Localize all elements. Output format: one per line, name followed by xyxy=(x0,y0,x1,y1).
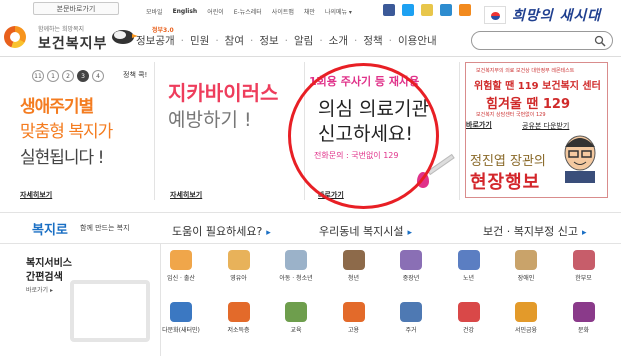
page-3-button[interactable]: 3 xyxy=(77,70,89,82)
category-label-10[interactable]: 교육 xyxy=(271,325,321,334)
category-label-1[interactable]: 영유아 xyxy=(214,273,264,282)
global-navigation: 정부3.0 정보공개 · 민원 · 참여 · 정보 · 알림 · 소개 · 정책… xyxy=(136,27,437,48)
category-icon-7[interactable] xyxy=(572,250,595,270)
welfare-facility-link[interactable]: 우리동네 복지시설 ▸ xyxy=(319,220,412,239)
policy-headline-1: 생애주기별 xyxy=(20,97,94,117)
category-icon-2[interactable] xyxy=(285,250,307,270)
bird-mascot-icon xyxy=(112,30,138,44)
category-label-5[interactable]: 노년 xyxy=(444,273,494,282)
bokjiro-subtitle: 함께 만드는 복지 xyxy=(80,224,130,232)
need-help-link[interactable]: 도움이 필요하세요? ▸ xyxy=(172,220,271,239)
util-link-mobile[interactable]: 모바일 xyxy=(146,7,163,16)
nav-item-info[interactable]: 정보 xyxy=(259,33,278,48)
category-label-3[interactable]: 청년 xyxy=(329,273,379,282)
category-label-15[interactable]: 문화 xyxy=(559,325,609,334)
category-label-4[interactable]: 중장년 xyxy=(386,273,436,282)
category-label-13[interactable]: 건강 xyxy=(444,325,494,334)
nav-item-info-open[interactable]: 정부3.0 정보공개 xyxy=(136,27,175,48)
policy-more-link[interactable]: 자세히보기 xyxy=(20,190,52,200)
page-4-button[interactable]: 4 xyxy=(92,70,104,82)
category-icon-9[interactable] xyxy=(227,302,250,322)
nav-item-news[interactable]: 알림 xyxy=(294,33,313,48)
nav-item-guide[interactable]: 이용안내 xyxy=(398,33,437,48)
facebook-icon[interactable] xyxy=(383,4,395,16)
util-link-kids[interactable]: 어린이 xyxy=(207,7,224,16)
sns-links xyxy=(383,4,471,16)
highlight-circle xyxy=(288,63,439,209)
nav-item-participate[interactable]: 참여 xyxy=(225,33,244,48)
policy-headline-3: 실현됩니다 ! xyxy=(20,148,104,168)
category-icon-0[interactable] xyxy=(170,250,192,270)
util-link-sitemap[interactable]: 사이트맵 xyxy=(272,7,294,16)
category-label-8[interactable]: 다문화(새터민) xyxy=(156,325,206,334)
service-search-title-1: 복지서비스 xyxy=(26,258,72,269)
search-input[interactable] xyxy=(471,31,613,50)
bokjiro-logo[interactable]: 복지로 xyxy=(32,219,68,238)
category-icon-13[interactable] xyxy=(457,302,480,322)
lemon-more-link[interactable]: 바로가기 xyxy=(466,120,492,130)
page-1-button[interactable]: 1 xyxy=(47,70,59,82)
zika-more-link[interactable]: 자세히보기 xyxy=(170,190,202,200)
category-icon-11[interactable] xyxy=(342,302,365,322)
site-name[interactable]: 보건복지부 xyxy=(38,33,107,53)
utility-links: 모바일 English 어린이 E-뉴스레터 사이트맵 채만 나의메뉴 ▾ xyxy=(146,7,352,16)
policy-headline-2: 맞춤형 복지가 xyxy=(20,122,113,142)
kakao-icon[interactable] xyxy=(421,4,433,16)
welfare-category-grid: 임신 · 출산 영유아 아동 · 청소년 청년 중장년 노년 장애인 한부모 다문화(새터민) 저… xyxy=(160,244,621,356)
nav-item-civil[interactable]: 민원 xyxy=(190,33,209,48)
category-label-7[interactable]: 한부모 xyxy=(559,273,609,282)
report-fraud-link[interactable]: 보건 · 복지부정 신고 ▸ xyxy=(483,220,586,239)
twitter-icon[interactable] xyxy=(402,4,414,16)
pause-button[interactable]: 11 xyxy=(32,70,44,82)
minister-title: 정진엽 장관의 xyxy=(470,154,546,169)
minister-caricature-icon xyxy=(564,135,596,183)
nav-item-policy[interactable]: 정책 xyxy=(363,33,382,48)
gov3-badge: 정부3.0 xyxy=(152,27,174,34)
policy-pager: 11 1 2 3 4 xyxy=(32,70,104,82)
category-icon-14[interactable] xyxy=(515,302,537,322)
category-icon-8[interactable] xyxy=(170,302,192,322)
util-link-chaeman[interactable]: 채만 xyxy=(304,7,315,16)
ministry-logo-icon[interactable] xyxy=(4,26,26,48)
category-label-12[interactable]: 주거 xyxy=(386,325,436,334)
category-label-11[interactable]: 고용 xyxy=(329,325,379,334)
category-label-0[interactable]: 임신 · 출산 xyxy=(156,273,206,282)
blog-icon[interactable] xyxy=(440,4,452,16)
category-label-2[interactable]: 아동 · 청소년 xyxy=(271,273,321,282)
service-search-title-2: 간편검색 xyxy=(26,272,63,283)
header-divider xyxy=(0,56,621,57)
service-search-link[interactable]: 바로가기 ▸ xyxy=(26,285,53,294)
category-icon-3[interactable] xyxy=(342,250,365,270)
util-link-mymenu[interactable]: 나의메뉴 ▾ xyxy=(325,7,352,16)
nav-item-about[interactable]: 소개 xyxy=(329,33,348,48)
category-icon-4[interactable] xyxy=(400,250,422,270)
skip-to-content-button[interactable]: 본문바로가기 xyxy=(33,2,119,15)
monitor-icon xyxy=(70,280,150,342)
category-icon-1[interactable] xyxy=(227,250,250,270)
util-link-english[interactable]: English xyxy=(173,8,198,15)
site-subtitle: 함께하는 희망복지 xyxy=(38,26,85,33)
category-label-6[interactable]: 장애인 xyxy=(501,273,551,282)
category-icon-12[interactable] xyxy=(400,302,422,322)
slogan-text: 희망의 새시대 xyxy=(512,8,602,24)
category-icon-6[interactable] xyxy=(515,250,537,270)
korea-flag-icon xyxy=(484,6,506,24)
category-icon-10[interactable] xyxy=(285,302,307,322)
category-icon-15[interactable] xyxy=(572,302,595,322)
util-link-newsletter[interactable]: E-뉴스레터 xyxy=(234,7,262,16)
category-icon-5[interactable] xyxy=(457,250,480,270)
category-label-9[interactable]: 저소득층 xyxy=(214,325,264,334)
page-2-button[interactable]: 2 xyxy=(62,70,74,82)
zika-headline: 지카바이러스 xyxy=(168,81,279,105)
download-link[interactable]: 공유본 다운받기 xyxy=(522,121,569,131)
search-icon[interactable] xyxy=(594,35,606,47)
category-label-14[interactable]: 서민금융 xyxy=(501,325,551,334)
rss-icon[interactable] xyxy=(459,4,471,16)
zika-subheadline: 예방하기 ! xyxy=(168,109,252,131)
policy-label: 정책 콕! xyxy=(123,71,148,79)
field-visit-title[interactable]: 현장행보 xyxy=(470,168,540,194)
